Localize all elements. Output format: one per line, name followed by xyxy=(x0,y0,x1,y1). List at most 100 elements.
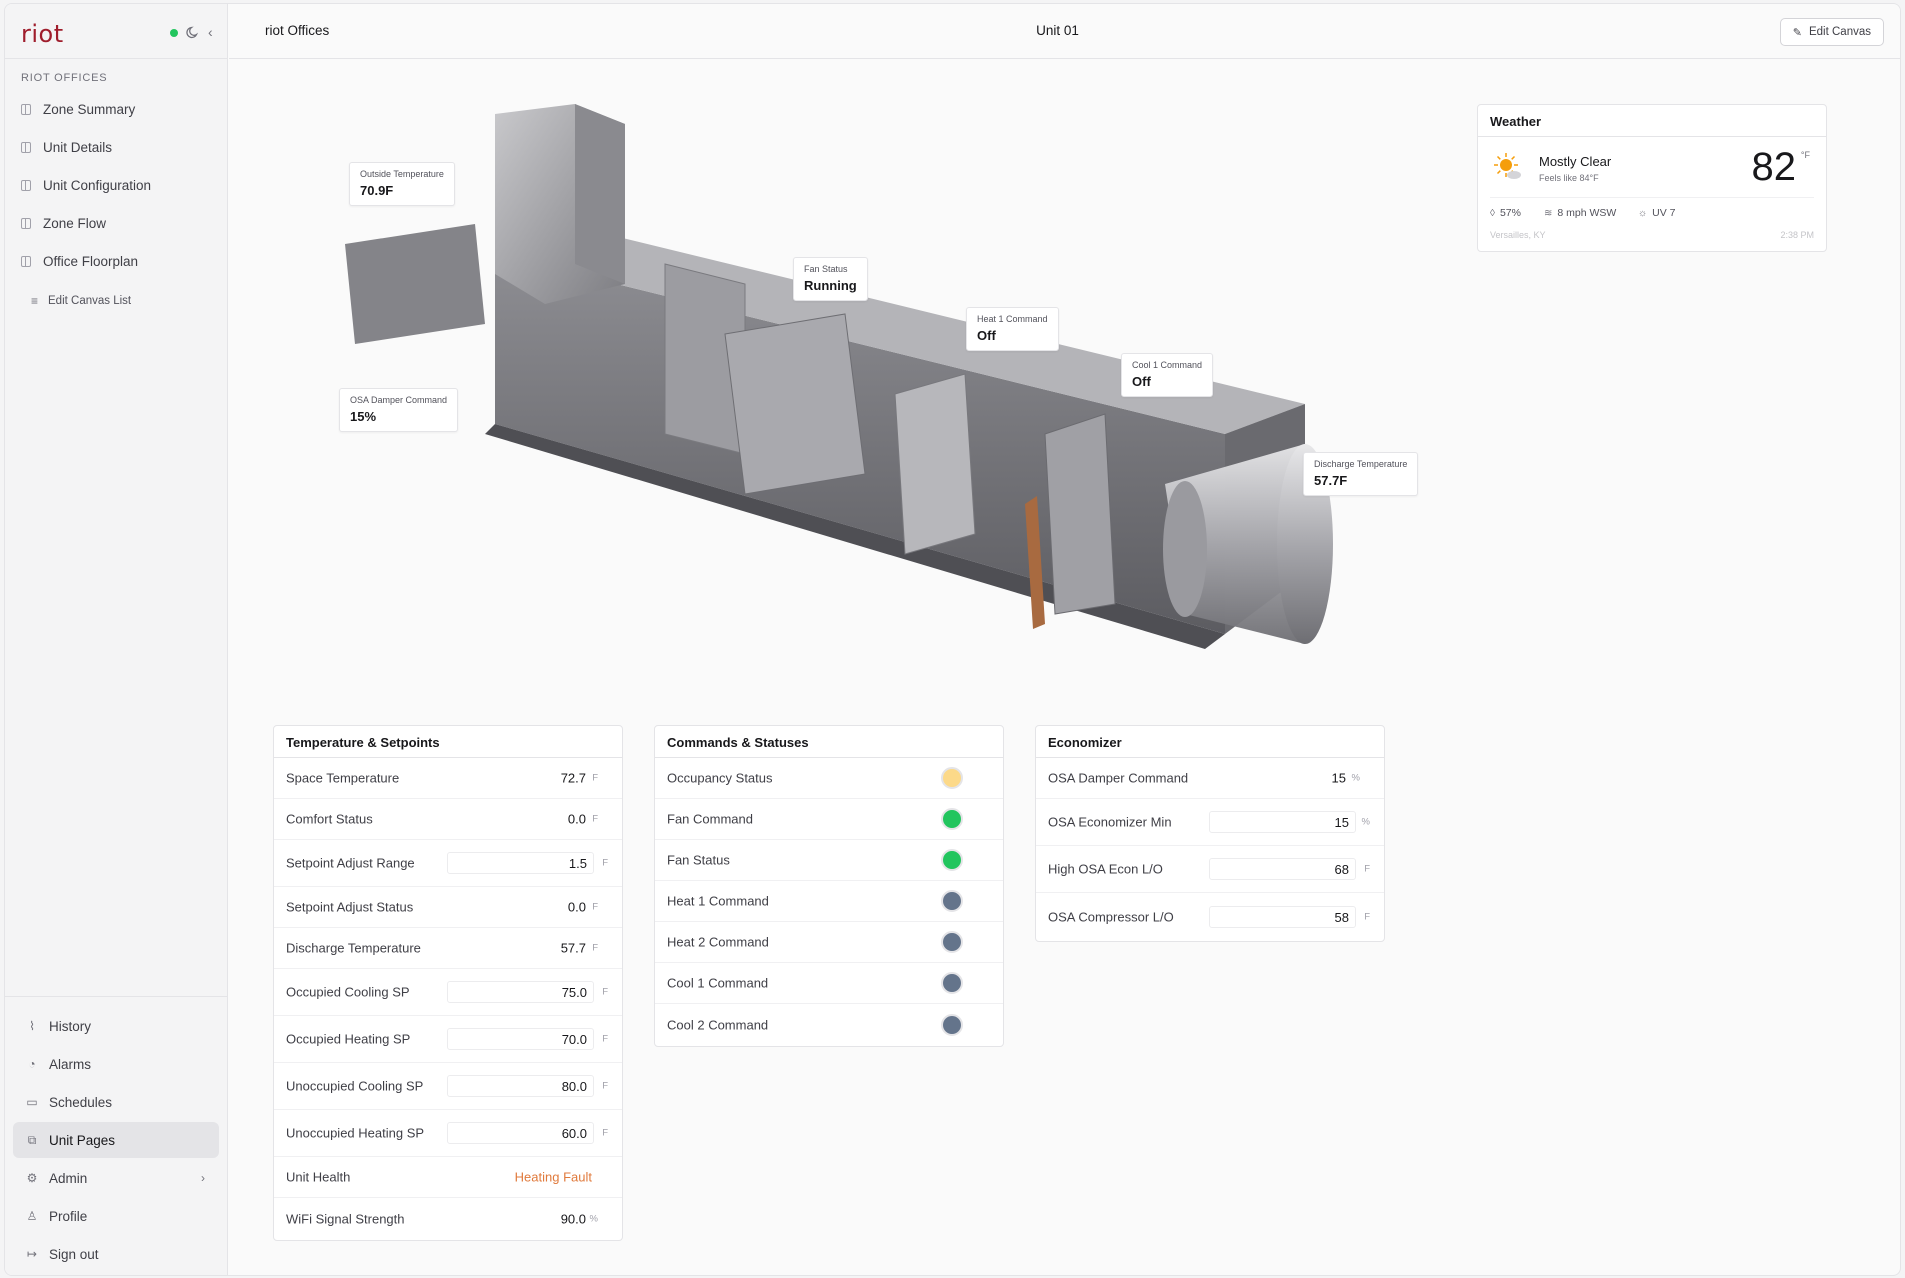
card-value: 70.9F xyxy=(360,183,394,198)
weather-location: Versailles, KY xyxy=(1490,230,1546,240)
row-label: Setpoint Adjust Range xyxy=(286,855,415,871)
table-row: WiFi Signal Strength 90.0 % xyxy=(274,1198,622,1239)
table-row: Discharge Temperature 57.7 F xyxy=(274,928,622,969)
table-row: Heat 2 Command xyxy=(655,922,1003,963)
table-row: Setpoint Adjust Status 0.0 F xyxy=(274,887,622,928)
row-label: Fan Command xyxy=(667,811,753,827)
unit-health-status: Heating Fault xyxy=(514,1169,592,1185)
page-title: Unit 01 xyxy=(1036,23,1079,38)
sidebar-item-label: Unit Details xyxy=(43,139,113,155)
sidebar-item-sign-out[interactable]: ↦ Sign out xyxy=(13,1236,219,1272)
collapse-sidebar-icon[interactable]: ‹ xyxy=(208,24,222,40)
panel-title: Temperature & Setpoints xyxy=(274,726,622,758)
sidebar-divider xyxy=(5,996,228,997)
table-row: Comfort Status 0.0 F xyxy=(274,799,622,840)
fan-status-card[interactable]: Fan Status Running xyxy=(793,257,868,301)
table-row: High OSA Econ L/O 68 F xyxy=(1036,846,1384,893)
weather-divider xyxy=(1490,197,1814,198)
temperature-setpoints-panel: Temperature & Setpoints Space Temperatur… xyxy=(273,725,623,1241)
row-value: 15 xyxy=(1331,770,1346,786)
table-row: Occupied Heating SP 70.0 F xyxy=(274,1016,622,1063)
uv-value: UV 7 xyxy=(1652,207,1676,219)
sidebar-item-office-floorplan[interactable]: Office Floorplan xyxy=(21,249,138,273)
bell-icon: ◔ xyxy=(28,1057,36,1071)
sidebar-item-zone-summary[interactable]: Zone Summary xyxy=(21,97,135,121)
input-value: 75.0 xyxy=(561,985,587,1000)
moon-icon[interactable] xyxy=(185,24,201,40)
row-label: Discharge Temperature xyxy=(286,940,421,956)
table-row: Heat 1 Command xyxy=(655,881,1003,922)
row-unit: F xyxy=(1364,911,1370,922)
card-label: OSA Damper Command xyxy=(350,395,448,405)
sidebar-item-label: Admin xyxy=(49,1170,88,1186)
osa-compressor-lo-input[interactable]: 58 xyxy=(1209,905,1356,928)
sidebar-header: riot ‹ xyxy=(5,4,227,59)
edit-canvas-list-label: Edit Canvas List xyxy=(48,295,132,307)
osa-economizer-min-input[interactable]: 15 xyxy=(1209,811,1356,833)
sidebar-item-alarms[interactable]: ◔ Alarms xyxy=(13,1046,219,1082)
sidebar-item-label: Unit Configuration xyxy=(43,177,152,193)
sidebar: riot ‹ RIOT OFFICES Zone Summary Unit De… xyxy=(5,4,228,1275)
sidebar-item-profile[interactable]: ♙ Profile xyxy=(13,1198,219,1234)
heat-1-command-card[interactable]: Heat 1 Command Off xyxy=(966,307,1059,351)
row-label: Cool 2 Command xyxy=(667,1017,769,1032)
sign-out-icon: ↦ xyxy=(26,1247,38,1261)
calendar-icon: ▭ xyxy=(26,1095,38,1109)
canvas-icon xyxy=(21,103,31,115)
sidebar-item-label: Alarms xyxy=(49,1056,92,1072)
high-osa-econ-lo-input[interactable]: 68 xyxy=(1209,858,1356,880)
canvas-icon xyxy=(21,141,31,153)
discharge-temperature-card[interactable]: Discharge Temperature 57.7F xyxy=(1303,452,1419,496)
occupied-cooling-sp-input[interactable]: 75.0 xyxy=(447,981,594,1003)
card-label: Outside Temperature xyxy=(360,169,444,179)
row-unit: F xyxy=(602,1080,608,1092)
edit-canvas-list-link[interactable]: ≡ Edit Canvas List xyxy=(31,291,131,311)
edit-canvas-button[interactable]: ✎ Edit Canvas xyxy=(1779,18,1884,46)
weather-feels-like: Feels like 84°F xyxy=(1539,173,1599,183)
weather-uv: ☼ UV 7 xyxy=(1638,207,1676,219)
sidebar-item-unit-configuration[interactable]: Unit Configuration xyxy=(21,173,151,197)
row-label: OSA Economizer Min xyxy=(1048,814,1172,830)
row-label: WiFi Signal Strength xyxy=(286,1211,405,1226)
unoccupied-cooling-sp-input[interactable]: 80.0 xyxy=(447,1075,594,1097)
unoccupied-heating-sp-input[interactable]: 60.0 xyxy=(447,1122,594,1144)
table-row: Fan Status xyxy=(655,840,1003,881)
table-row: Occupancy Status xyxy=(655,758,1003,799)
osa-damper-command-card[interactable]: OSA Damper Command 15% xyxy=(339,388,459,432)
cool-1-command-card[interactable]: Cool 1 Command Off xyxy=(1121,353,1214,397)
weather-condition: Mostly Clear xyxy=(1539,154,1612,169)
weather-time: 2:38 PM xyxy=(1780,230,1814,240)
chevron-right-icon: › xyxy=(201,1171,205,1185)
outside-temperature-card[interactable]: Outside Temperature 70.9F xyxy=(349,162,455,206)
sidebar-item-schedules[interactable]: ▭ Schedules xyxy=(13,1084,219,1120)
weather-humidity: ◊ 57% xyxy=(1490,207,1521,219)
card-value: 15% xyxy=(350,409,377,424)
sidebar-item-history[interactable]: ⌇ History xyxy=(13,1008,219,1044)
input-value: 15 xyxy=(1334,815,1349,830)
row-label: Occupancy Status xyxy=(667,770,773,786)
partly-sunny-icon xyxy=(1494,153,1521,179)
row-value: 0.0 xyxy=(567,811,586,827)
row-unit: F xyxy=(1364,863,1370,875)
sidebar-item-unit-pages[interactable]: ⧉ Unit Pages xyxy=(13,1122,219,1158)
row-label: Occupied Heating SP xyxy=(286,1031,411,1047)
status-indicator xyxy=(941,931,963,953)
sidebar-item-zone-flow[interactable]: Zone Flow xyxy=(21,211,106,235)
sidebar-item-unit-details[interactable]: Unit Details xyxy=(21,135,112,159)
app-logo[interactable]: riot xyxy=(21,20,64,48)
status-indicator xyxy=(941,1013,963,1036)
row-unit: F xyxy=(602,986,608,998)
setpoint-adjust-range-input[interactable]: 1.5 xyxy=(447,852,594,874)
table-row: Occupied Cooling SP 75.0 F xyxy=(274,969,622,1016)
sidebar-item-label: Sign out xyxy=(49,1246,99,1262)
droplet-icon: ◊ xyxy=(1490,207,1495,219)
sidebar-item-admin[interactable]: ⚙ Admin › xyxy=(13,1160,219,1196)
row-value: 72.7 xyxy=(560,770,586,786)
wind-icon: ≋ xyxy=(1544,207,1553,219)
weather-card: Weather Mostly Clear Feels like 84°F 82 … xyxy=(1477,104,1827,252)
occupied-heating-sp-input[interactable]: 70.0 xyxy=(447,1028,594,1050)
input-value: 80.0 xyxy=(561,1079,587,1094)
uv-sun-icon: ☼ xyxy=(1638,207,1648,219)
table-row: OSA Damper Command 15 % xyxy=(1036,758,1384,799)
row-unit: % xyxy=(589,1213,598,1224)
